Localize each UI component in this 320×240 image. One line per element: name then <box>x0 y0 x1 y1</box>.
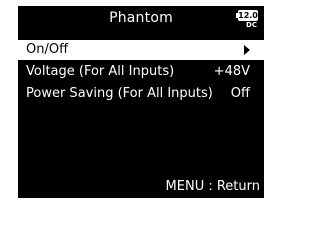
menu-item-label: On/Off <box>26 42 69 57</box>
menu-item-voltage[interactable]: Voltage (For All Inputs) +48V <box>18 62 264 82</box>
menu-item-value: +48V <box>213 64 250 79</box>
footer-hint: MENU : Return <box>165 179 260 194</box>
menu-item-on-off[interactable]: On/Off <box>18 40 264 60</box>
menu-item-label: Voltage (For All Inputs) <box>26 64 175 79</box>
device-screen: Phantom 12.0 DC On/Off Voltage (For All … <box>18 6 264 198</box>
battery-indicator: 12.0 DC <box>232 10 258 30</box>
screen-title: Phantom <box>109 10 173 26</box>
chevron-right-icon <box>244 45 250 55</box>
menu-item-value: Off <box>230 86 250 101</box>
battery-level: 12.0 <box>238 10 258 21</box>
menu-item-label: Power Saving (For All Inputs) <box>26 86 213 101</box>
power-source-label: DC <box>246 21 257 29</box>
menu-item-power-saving[interactable]: Power Saving (For All Inputs) Off <box>18 84 264 104</box>
